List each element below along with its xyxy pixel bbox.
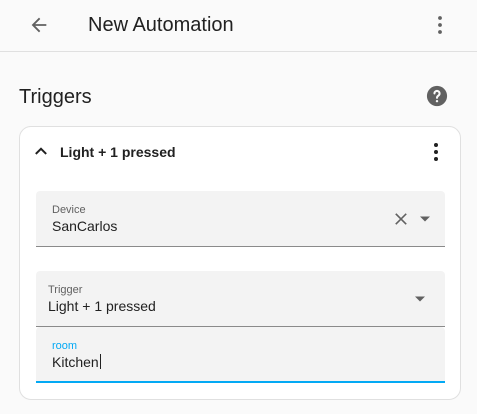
device-dropdown-button[interactable] bbox=[414, 208, 436, 230]
menu-down-icon bbox=[420, 216, 430, 222]
help-circle-icon bbox=[426, 85, 448, 107]
room-field[interactable]: room Kitchen bbox=[36, 327, 445, 383]
trigger-type-field[interactable]: Trigger Light + 1 pressed bbox=[36, 271, 445, 327]
trigger-type-dropdown-button[interactable] bbox=[409, 288, 431, 310]
overflow-menu-button[interactable] bbox=[428, 13, 452, 37]
trigger-card: Light + 1 pressed Device SanCarlos Trigg… bbox=[19, 126, 461, 400]
collapse-button[interactable] bbox=[32, 142, 50, 160]
triggers-section-title: Triggers bbox=[19, 86, 92, 108]
dots-vertical-icon bbox=[438, 16, 442, 34]
trigger-type-field-value: Light + 1 pressed bbox=[48, 298, 156, 314]
menu-down-icon bbox=[415, 296, 425, 302]
trigger-card-menu-button[interactable] bbox=[424, 140, 448, 164]
device-field-label: Device bbox=[52, 204, 86, 216]
chevron-up-icon bbox=[35, 147, 47, 155]
device-field[interactable]: Device SanCarlos bbox=[36, 191, 445, 247]
device-clear-button[interactable] bbox=[390, 208, 412, 230]
close-icon bbox=[395, 213, 407, 225]
dots-vertical-icon bbox=[434, 143, 438, 161]
room-input-text[interactable]: Kitchen bbox=[52, 354, 99, 370]
arrow-left-icon bbox=[31, 17, 47, 33]
trigger-card-title: Light + 1 pressed bbox=[60, 144, 176, 160]
trigger-card-header[interactable]: Light + 1 pressed bbox=[20, 127, 460, 177]
trigger-type-field-label: Trigger bbox=[48, 284, 83, 296]
room-field-label: room bbox=[52, 340, 78, 352]
page-title: New Automation bbox=[88, 14, 234, 36]
help-button[interactable] bbox=[426, 85, 448, 107]
room-field-value: Kitchen bbox=[52, 354, 101, 370]
text-cursor bbox=[99, 354, 101, 369]
back-button[interactable] bbox=[26, 12, 52, 38]
device-field-value: SanCarlos bbox=[52, 218, 118, 234]
top-app-bar: New Automation bbox=[0, 0, 477, 52]
